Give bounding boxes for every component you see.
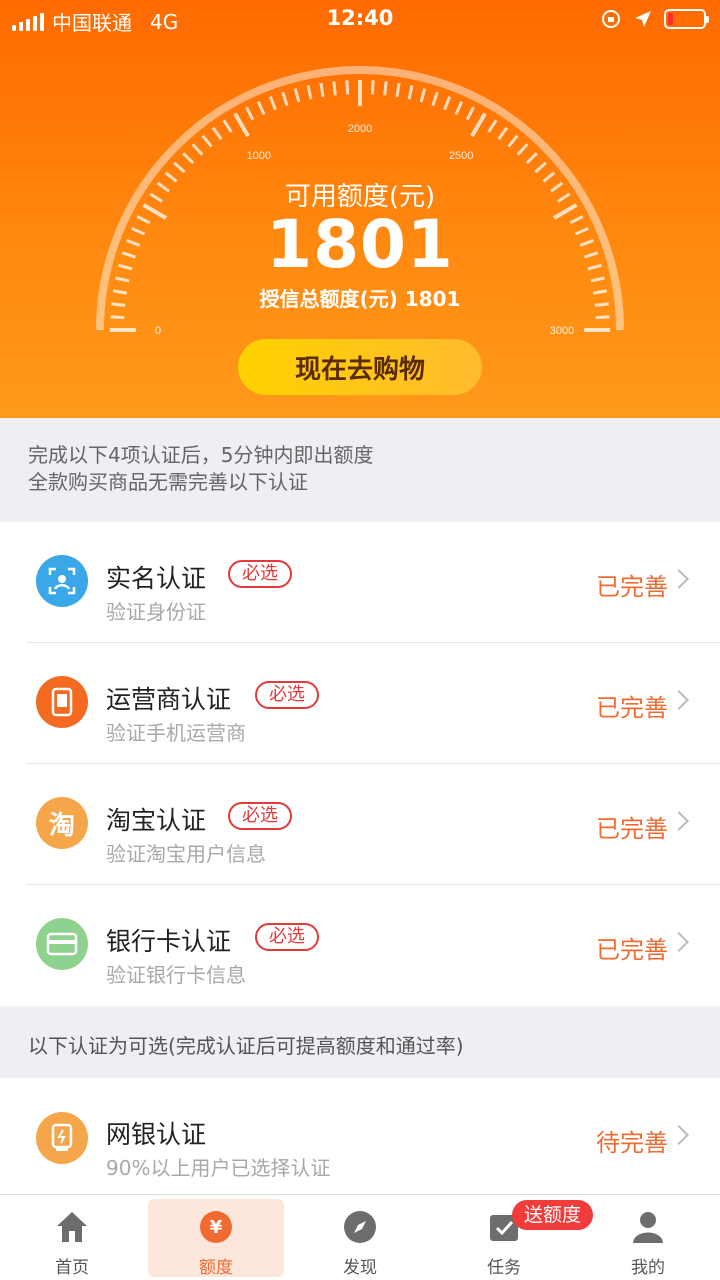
notice-line-2: 全款购买商品无需完善以下认证 <box>28 470 308 494</box>
gauge-tick <box>201 134 213 148</box>
gauge-tick <box>454 101 464 116</box>
gauge-tick <box>395 82 401 98</box>
face-scan-icon <box>36 555 88 607</box>
tab-label: 首页 <box>55 1258 89 1278</box>
gauge-tick-label: 2000 <box>348 123 372 135</box>
gauge-tick <box>245 106 255 121</box>
item-title: 银行卡认证 <box>106 927 232 956</box>
item-status: 待完善 <box>596 1129 668 1157</box>
item-subtitle: 验证淘宝用户信息 <box>106 842 266 866</box>
gauge-tick <box>211 126 223 140</box>
verify-item-bank-card[interactable]: 银行卡认证 必选 验证银行卡信息 已完善 <box>0 885 720 1006</box>
gauge-tick <box>306 85 313 100</box>
gauge-tick <box>269 96 277 111</box>
gauge-tick <box>595 315 610 320</box>
tab-label: 任务 <box>487 1258 521 1278</box>
required-badge: 必选 <box>255 923 319 951</box>
verify-item-taobao[interactable]: 淘 淘宝认证 必选 验证淘宝用户信息 已完善 <box>0 764 720 885</box>
tab-label: 我的 <box>631 1258 665 1278</box>
item-title: 运营商认证 <box>106 685 232 714</box>
gauge-tick <box>407 85 414 100</box>
gauge-tick <box>443 96 451 111</box>
gauge-tick <box>173 161 186 174</box>
gauge-tick <box>370 80 375 95</box>
shop-now-button[interactable]: 现在去购物 <box>238 339 482 395</box>
gauge-tick <box>332 81 337 96</box>
item-status: 已完善 <box>596 815 668 843</box>
gauge-tick <box>497 126 509 140</box>
user-icon <box>633 1212 663 1243</box>
verify-item-carrier[interactable]: 运营商认证 必选 验证手机运营商 已完善 <box>0 643 720 764</box>
credit-icon: ¥ <box>200 1211 232 1243</box>
required-badge: 必选 <box>228 560 292 588</box>
chevron-right-icon <box>669 690 689 710</box>
gauge-tick <box>465 106 475 121</box>
chevron-right-icon <box>669 569 689 589</box>
item-status: 已完善 <box>596 573 668 601</box>
gauge-tick <box>182 152 195 165</box>
gauge-tick <box>487 119 498 133</box>
gauge-tick <box>507 134 519 148</box>
tab-profile[interactable]: 我的 <box>576 1195 720 1280</box>
chevron-right-icon <box>669 1125 689 1145</box>
compass-icon <box>344 1211 376 1243</box>
tab-discover[interactable]: 发现 <box>288 1195 432 1280</box>
gauge-tick <box>110 315 125 320</box>
item-subtitle: 验证银行卡信息 <box>106 963 246 987</box>
gauge-tick-label: 1000 <box>247 150 271 162</box>
chevron-right-icon <box>669 811 689 831</box>
bottom-tab-bar: 首页 ¥ 额度 发现 任务 我的 <box>0 1194 720 1280</box>
gauge-tick-label: 3000 <box>550 325 574 337</box>
task-promo-badge: 送额度 <box>512 1200 594 1230</box>
tab-label: 额度 <box>199 1258 233 1278</box>
gauge-tick <box>233 112 250 138</box>
phone-icon <box>36 676 88 728</box>
requirements-notice: 完成以下4项认证后，5分钟内即出额度 全款购买商品无需完善以下认证 <box>0 418 720 522</box>
gauge-tick <box>419 88 427 103</box>
gauge-tick <box>345 80 350 95</box>
bank-card-icon <box>36 918 88 970</box>
optional-notice: 以下认证为可选(完成认证后可提高额度和通过率) <box>0 1008 720 1078</box>
gauge-tick <box>222 119 233 133</box>
gauge-tick <box>534 161 547 174</box>
gauge-tick <box>431 91 439 107</box>
item-subtitle: 验证手机运营商 <box>106 721 246 745</box>
tab-home[interactable]: 首页 <box>0 1195 144 1280</box>
gauge-tick <box>516 143 529 156</box>
gauge-tick <box>525 152 538 165</box>
total-credit-line: 授信总额度(元) 1801 <box>259 287 461 311</box>
item-title: 网银认证 <box>106 1120 207 1149</box>
item-title: 实名认证 <box>106 564 207 593</box>
item-title: 淘宝认证 <box>106 806 207 835</box>
item-subtitle: 验证身份证 <box>106 600 206 624</box>
gauge-tick-label: 0 <box>155 325 161 337</box>
home-icon <box>57 1212 87 1242</box>
taobao-icon: 淘 <box>36 797 88 849</box>
verify-item-online-bank[interactable]: 网银认证 90%以上用户已选择认证 待完善 <box>0 1078 720 1195</box>
required-verification-list: 实名认证 必选 验证身份证 已完善 运营商认证 必选 验证手机运营商 已完善 淘… <box>0 522 720 1006</box>
tab-credit[interactable]: ¥ 额度 <box>144 1195 288 1280</box>
svg-text:¥: ¥ <box>210 1217 223 1238</box>
gauge-tick <box>256 101 266 116</box>
gauge-tick <box>319 82 325 98</box>
optional-verification-list: 网银认证 90%以上用户已选择认证 待完善 <box>0 1078 720 1195</box>
item-status: 已完善 <box>596 936 668 964</box>
tab-label: 发现 <box>343 1258 377 1278</box>
item-subtitle: 90%以上用户已选择认证 <box>106 1156 331 1180</box>
required-badge: 必选 <box>255 681 319 709</box>
notice-line-1: 完成以下4项认证后，5分钟内即出额度 <box>28 443 374 467</box>
gauge-tick-label: 2500 <box>449 150 473 162</box>
verify-item-real-name[interactable]: 实名认证 必选 验证身份证 已完善 <box>0 522 720 643</box>
chevron-right-icon <box>669 932 689 952</box>
item-status: 已完善 <box>596 694 668 722</box>
online-bank-icon <box>36 1112 88 1164</box>
available-credit-value: 1801 <box>266 206 454 283</box>
gauge-tick <box>293 88 301 103</box>
gauge-tick <box>191 143 204 156</box>
gauge-tick <box>383 81 388 96</box>
gauge-tick <box>281 91 289 107</box>
taobao-glyph: 淘 <box>48 810 75 841</box>
gauge-tick <box>470 112 487 138</box>
required-badge: 必选 <box>228 802 292 830</box>
